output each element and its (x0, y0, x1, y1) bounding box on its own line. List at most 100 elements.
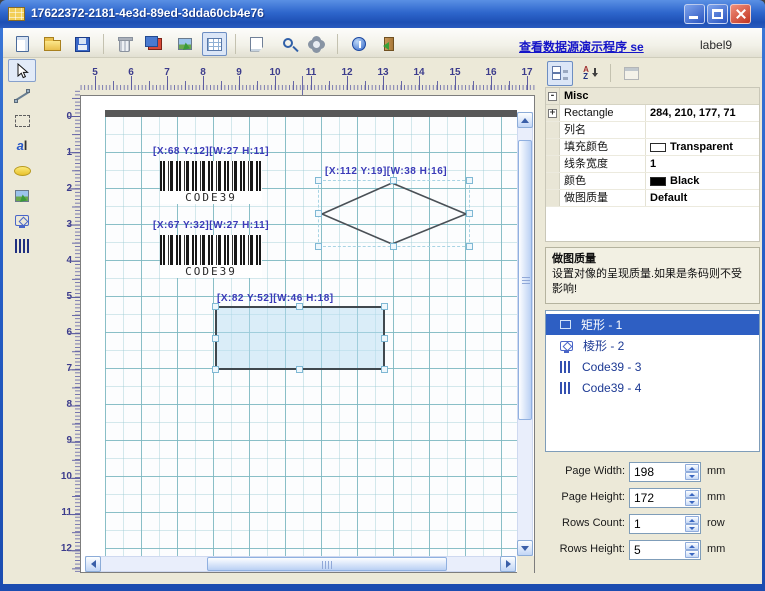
property-row[interactable]: 列名 (546, 122, 759, 139)
label-page-grid[interactable]: [X:68 Y:12][W:27 H:11] CODE39 [X:67 Y:32… (105, 117, 517, 556)
property-row[interactable]: 颜色 Black (546, 173, 759, 190)
property-row[interactable]: 做图质量 Default (546, 190, 759, 207)
page-preview-button[interactable] (244, 32, 269, 56)
scroll-left-button[interactable] (85, 556, 101, 572)
selection-handle[interactable] (315, 177, 322, 184)
text-tool-button[interactable]: al (8, 134, 36, 157)
vertical-scrollbar[interactable] (517, 112, 533, 556)
scroll-down-button[interactable] (517, 540, 533, 556)
selection-handle[interactable] (315, 210, 322, 217)
image-export-button[interactable] (172, 32, 197, 56)
property-value[interactable]: 284, 210, 177, 71 (646, 105, 759, 121)
spin-up-button[interactable] (685, 464, 699, 472)
property-value[interactable]: Default (646, 190, 759, 206)
selection-handle[interactable] (296, 303, 303, 310)
scroll-right-button[interactable] (500, 556, 516, 572)
close-button[interactable] (730, 4, 751, 24)
alphabetical-sort-button[interactable]: AZ (577, 61, 603, 86)
spin-down-button[interactable] (685, 550, 699, 558)
diamond-object[interactable] (318, 180, 470, 247)
property-value[interactable] (646, 122, 759, 138)
selection-handle[interactable] (212, 335, 219, 342)
selection-handle[interactable] (315, 243, 322, 250)
selection-handle[interactable] (390, 243, 397, 250)
expand-icon[interactable] (548, 109, 557, 118)
scroll-up-button[interactable] (517, 112, 533, 128)
open-button[interactable] (40, 32, 65, 56)
pointer-tool-button[interactable] (8, 59, 36, 82)
spin-up-button[interactable] (685, 490, 699, 498)
open-folder-icon (44, 40, 61, 51)
about-button[interactable] (346, 32, 371, 56)
selection-outline (318, 180, 470, 247)
barcode-object[interactable] (160, 235, 262, 265)
color-swatch (650, 143, 666, 152)
list-item-rectangle[interactable]: 矩形 - 1 (546, 314, 759, 335)
barcode-object[interactable] (160, 161, 262, 191)
settings-button[interactable] (304, 32, 329, 56)
rows-count-label: Rows Count: (545, 517, 625, 529)
property-name: 填充颜色 (560, 139, 646, 155)
diamond-tool-button[interactable] (8, 209, 36, 232)
arrow-right-icon (506, 560, 515, 568)
new-document-button[interactable] (10, 32, 35, 56)
datasource-demo-link[interactable]: 查看数据源演示程序 se (519, 38, 644, 55)
zoom-button[interactable] (274, 32, 299, 56)
horizontal-scroll-thumb[interactable] (207, 557, 447, 571)
spin-down-button[interactable] (685, 498, 699, 506)
exit-button[interactable] (376, 32, 401, 56)
object-list: 矩形 - 1 棱形 - 2 Code39 - 3 Code39 - 4 (545, 310, 760, 452)
design-canvas[interactable]: [X:68 Y:12][W:27 H:11] CODE39 [X:67 Y:32… (80, 95, 535, 573)
rectangle-object[interactable] (215, 306, 385, 370)
selection-handle[interactable] (381, 366, 388, 373)
page-height-row: Page Height: mm (545, 488, 763, 508)
selection-handle[interactable] (212, 366, 219, 373)
categorized-view-button[interactable] (547, 61, 573, 86)
selection-handle[interactable] (296, 366, 303, 373)
ellipse-tool-button[interactable] (8, 159, 36, 182)
maximize-button[interactable] (707, 4, 728, 24)
horizontal-scrollbar[interactable] (85, 556, 516, 572)
spin-up-button[interactable] (685, 542, 699, 550)
list-item-code39-4[interactable]: Code39 - 4 (546, 377, 759, 398)
arrow-down-icon (521, 546, 529, 555)
property-row[interactable]: 线条宽度 1 (546, 156, 759, 173)
property-row[interactable]: Rectangle 284, 210, 177, 71 (546, 105, 759, 122)
line-tool-button[interactable] (8, 84, 36, 107)
property-pages-button[interactable] (618, 61, 644, 86)
spin-down-button[interactable] (685, 524, 699, 532)
image-tool-button[interactable] (8, 184, 36, 207)
delete-button[interactable] (112, 32, 137, 56)
selection-handle[interactable] (381, 335, 388, 342)
save-button[interactable] (70, 32, 95, 56)
image-export-icon (178, 38, 192, 50)
title-bar[interactable]: 17622372-2181-4e3d-89ed-3dda60cb4e76 (0, 0, 765, 28)
collapse-icon[interactable] (548, 92, 557, 101)
barcode-tool-button[interactable] (8, 234, 36, 257)
minimize-button[interactable] (684, 4, 705, 24)
arrow-up-icon (689, 490, 695, 496)
list-item-code39-3[interactable]: Code39 - 3 (546, 356, 759, 377)
vertical-scroll-thumb[interactable] (518, 140, 532, 420)
spin-down-button[interactable] (685, 472, 699, 480)
property-category-row[interactable]: Misc (546, 88, 759, 105)
arrow-left-icon (87, 560, 96, 568)
selection-handle[interactable] (466, 243, 473, 250)
rectangle-tool-button[interactable] (8, 109, 36, 132)
object-position-label: [X:68 Y:12][W:27 H:11] (153, 146, 269, 157)
property-row[interactable]: 填充颜色 Transparent (546, 139, 759, 156)
spin-up-button[interactable] (685, 516, 699, 524)
selection-handle[interactable] (466, 210, 473, 217)
page-width-label: Page Width: (545, 465, 625, 477)
description-title: 做图质量 (552, 252, 753, 266)
rectangle-icon (15, 115, 30, 127)
selection-handle[interactable] (381, 303, 388, 310)
grid-view-button[interactable] (202, 32, 227, 56)
arrow-down-icon (689, 527, 695, 533)
selection-handle[interactable] (466, 177, 473, 184)
selection-handle[interactable] (390, 177, 397, 184)
selection-handle[interactable] (212, 303, 219, 310)
property-value[interactable]: 1 (646, 156, 759, 172)
image-button[interactable] (142, 32, 167, 56)
list-item-diamond[interactable]: 棱形 - 2 (546, 335, 759, 356)
